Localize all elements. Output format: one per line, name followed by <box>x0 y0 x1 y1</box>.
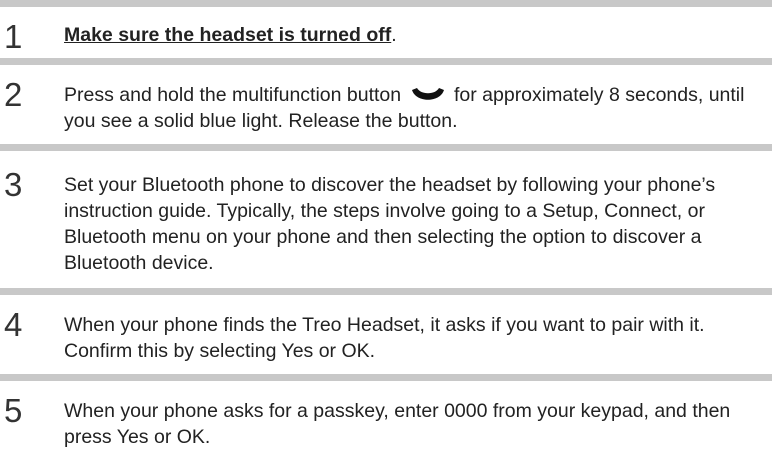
step-number: 3 <box>4 166 23 203</box>
step-text: Set your Bluetooth phone to discover the… <box>64 174 716 274</box>
step-number: 5 <box>4 392 23 429</box>
step-divider <box>0 0 772 7</box>
step-divider <box>0 374 772 381</box>
step-divider <box>0 288 772 295</box>
step-divider <box>0 144 772 151</box>
step-text-before: Press and hold the multifunction button <box>64 84 402 106</box>
step-text: Make sure the headset is turned off. <box>64 22 754 48</box>
step-number: 4 <box>4 306 23 343</box>
headset-off-link[interactable]: Make sure the headset is turned off <box>64 24 391 46</box>
step-text: When your phone asks for a passkey, ente… <box>64 400 731 448</box>
step-text: When your phone finds the Treo Headset, … <box>64 314 705 362</box>
multifunction-button-icon <box>411 88 444 100</box>
step-text-suffix: . <box>391 24 397 46</box>
step-number: 1 <box>4 18 23 55</box>
step-divider <box>0 58 772 65</box>
step-text: Press and hold the multifunction button … <box>64 82 754 134</box>
step-number: 2 <box>4 76 23 113</box>
